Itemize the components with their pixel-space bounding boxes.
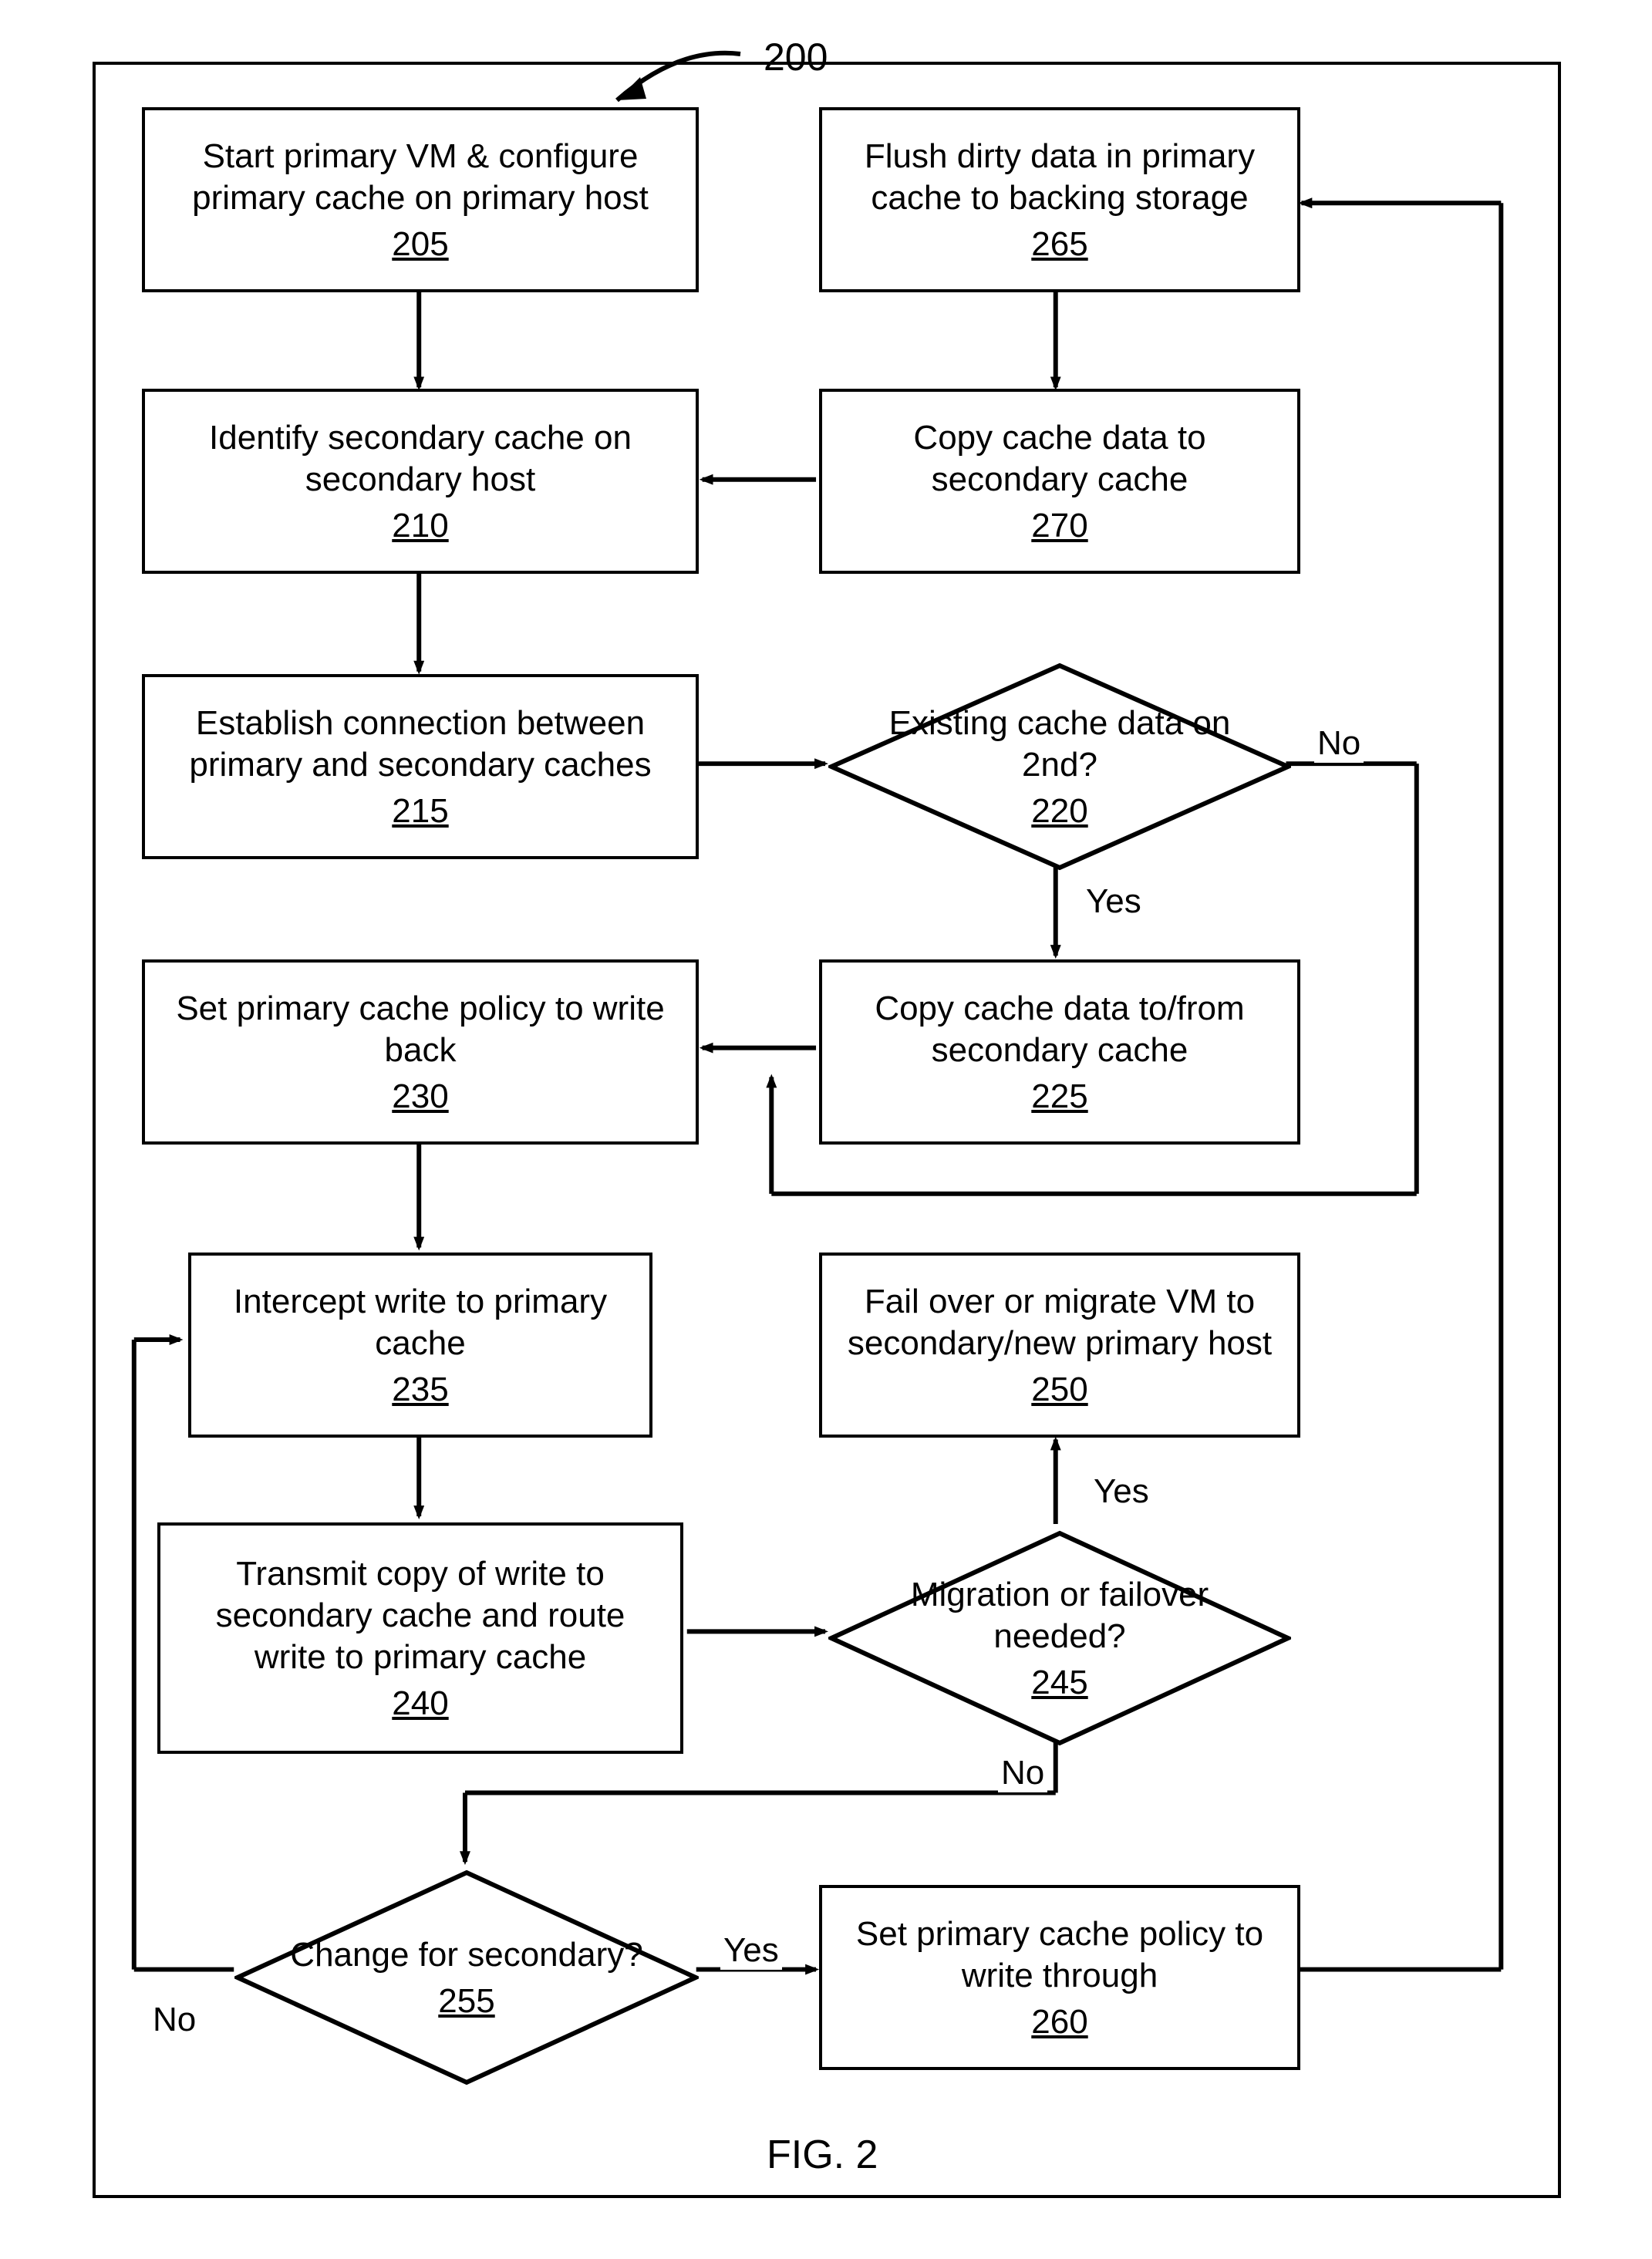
node-text: Transmit copy of write to secondary cach… (176, 1553, 665, 1677)
process-copy-tofrom-secondary: Copy cache data to/from secondary cache … (819, 959, 1300, 1145)
figure-caption: FIG. 2 (767, 2132, 878, 2178)
node-text: Intercept write to primary cache (207, 1281, 634, 1364)
node-ref: 255 (438, 1982, 494, 2021)
flowchart-container: Start primary VM & configure primary cac… (93, 62, 1561, 2198)
node-text: Set primary cache policy to write throug… (838, 1913, 1282, 1996)
node-text: Flush dirty data in primary cache to bac… (838, 136, 1282, 218)
edge-label-no: No (1314, 724, 1364, 763)
node-ref: 220 (1031, 792, 1087, 831)
node-text: Copy cache data to/from secondary cache (838, 988, 1282, 1070)
node-ref: 245 (1031, 1664, 1087, 1702)
edge-label-yes: Yes (720, 1931, 782, 1970)
node-ref: 235 (392, 1371, 448, 1409)
edge-label-yes: Yes (1083, 882, 1145, 921)
node-ref: 270 (1031, 507, 1087, 545)
node-ref: 230 (392, 1077, 448, 1116)
node-text: Copy cache data to secondary cache (838, 417, 1282, 500)
decision-existing-cache: Existing cache data on 2nd? 220 (828, 663, 1291, 871)
process-transmit-copy: Transmit copy of write to secondary cach… (157, 1522, 683, 1754)
node-text: Identify secondary cache on secondary ho… (160, 417, 680, 500)
decision-migration-failover: Migration or failover needed? 245 (828, 1530, 1291, 1746)
edge-label-no: No (998, 1754, 1047, 1792)
process-flush-dirty: Flush dirty data in primary cache to bac… (819, 107, 1300, 292)
node-ref: 205 (392, 225, 448, 264)
node-text: Set primary cache policy to write back (160, 988, 680, 1070)
node-text: Establish connection between primary and… (160, 703, 680, 785)
edge-label-no: No (150, 2001, 199, 2039)
node-text: Start primary VM & configure primary cac… (160, 136, 680, 218)
node-ref: 210 (392, 507, 448, 545)
node-text: Change for secondary? (290, 1934, 642, 1976)
process-set-writeback: Set primary cache policy to write back 2… (142, 959, 699, 1145)
process-failover-migrate: Fail over or migrate VM to secondary/new… (819, 1253, 1300, 1438)
node-text: Existing cache data on 2nd? (859, 703, 1260, 785)
process-copy-to-secondary: Copy cache data to secondary cache 270 (819, 389, 1300, 574)
node-ref: 225 (1031, 1077, 1087, 1116)
node-ref: 260 (1031, 2003, 1087, 2042)
node-ref: 265 (1031, 225, 1087, 264)
node-ref: 215 (392, 792, 448, 831)
process-intercept-write: Intercept write to primary cache 235 (188, 1253, 652, 1438)
node-ref: 240 (392, 1684, 448, 1723)
decision-change-secondary: Change for secondary? 255 (234, 1870, 699, 2085)
node-text: Migration or failover needed? (859, 1574, 1260, 1657)
page: 200 (0, 0, 1652, 2259)
node-ref: 250 (1031, 1371, 1087, 1409)
process-start-primary-vm: Start primary VM & configure primary cac… (142, 107, 699, 292)
node-text: Fail over or migrate VM to secondary/new… (838, 1281, 1282, 1364)
process-identify-secondary: Identify secondary cache on secondary ho… (142, 389, 699, 574)
process-establish-connection: Establish connection between primary and… (142, 674, 699, 859)
process-set-writethrough: Set primary cache policy to write throug… (819, 1885, 1300, 2070)
edge-label-yes: Yes (1091, 1472, 1152, 1511)
